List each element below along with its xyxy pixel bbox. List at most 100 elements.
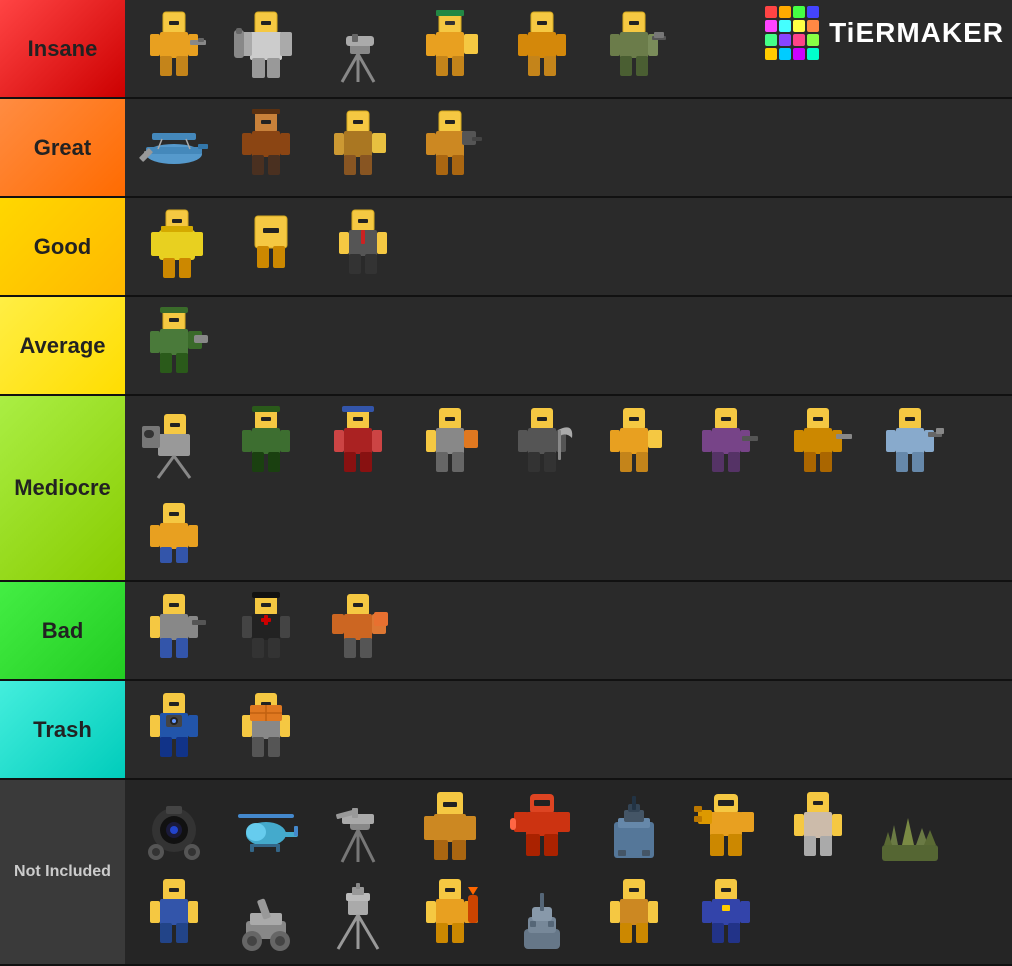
tier-row-notincluded: Not Included [0, 780, 1012, 966]
list-item [221, 105, 311, 190]
list-item [405, 402, 495, 487]
tm-cell [793, 48, 805, 60]
tier-content-insane: TiERMAKER [125, 0, 1012, 97]
robot-svg [506, 790, 578, 868]
machine-svg [138, 790, 210, 868]
list-item [497, 786, 587, 871]
tier-row-insane: Insane [0, 0, 1012, 99]
character-svg [230, 406, 302, 484]
tm-cell [765, 20, 777, 32]
list-item [313, 873, 403, 958]
robot-svg [690, 790, 762, 868]
character-svg [782, 790, 854, 868]
list-item [313, 6, 403, 91]
tier-text-average: Average [19, 333, 105, 359]
list-item [313, 786, 403, 871]
tier-content-great [125, 99, 1012, 196]
character-svg [414, 109, 486, 187]
weapon-svg [322, 790, 394, 868]
tier-content-average [125, 297, 1012, 394]
machine-svg [138, 406, 210, 484]
tm-cell [765, 6, 777, 18]
placeholder-svg [782, 877, 854, 955]
list-item [405, 105, 495, 190]
tier-label-bad: Bad [0, 582, 125, 679]
character-svg [874, 406, 946, 484]
list-item [129, 588, 219, 673]
tier-content-bad [125, 582, 1012, 679]
list-item [497, 873, 587, 958]
tier-row-mediocre: Mediocre [0, 396, 1012, 582]
character-svg [414, 406, 486, 484]
tier-label-trash: Trash [0, 681, 125, 778]
list-item [589, 873, 679, 958]
character-svg [138, 307, 210, 385]
terrain-svg [874, 790, 946, 868]
character-svg [230, 691, 302, 769]
character-svg [235, 208, 307, 286]
character-svg [598, 877, 670, 955]
character-svg [138, 877, 210, 955]
tier-label-notincluded: Not Included [0, 780, 125, 964]
list-item [865, 402, 955, 487]
list-item [129, 489, 219, 574]
character-svg [414, 877, 486, 955]
tm-cell [807, 20, 819, 32]
list-item [405, 786, 495, 871]
tier-content-trash [125, 681, 1012, 778]
character-svg [327, 208, 399, 286]
character-svg [506, 10, 578, 88]
list-item [129, 786, 219, 871]
character-svg [598, 406, 670, 484]
list-item [589, 402, 679, 487]
helicopter-svg [230, 790, 302, 868]
list-item [129, 204, 224, 289]
character-svg [138, 592, 210, 670]
list-item [221, 873, 311, 958]
tier-label-great: Great [0, 99, 125, 196]
list-item [221, 6, 311, 91]
character-svg [230, 592, 302, 670]
tier-row-great: Great [0, 99, 1012, 198]
tm-cell [779, 48, 791, 60]
tier-text-good: Good [34, 234, 91, 260]
list-item [313, 105, 403, 190]
biplane-svg [138, 109, 210, 187]
tiermaker-grid-icon [765, 6, 819, 60]
character-svg [322, 406, 394, 484]
machine-svg [322, 877, 394, 955]
tier-content-mediocre [125, 396, 1012, 580]
tm-cell [779, 34, 791, 46]
list-item [773, 873, 863, 958]
tier-text-great: Great [34, 135, 91, 161]
list-item [129, 303, 219, 388]
list-item [313, 402, 403, 487]
list-item [221, 687, 311, 772]
character-svg [138, 10, 210, 88]
character-svg [690, 406, 762, 484]
list-item [589, 6, 679, 91]
character-svg [782, 406, 854, 484]
list-item [313, 588, 403, 673]
tm-cell [765, 34, 777, 46]
tm-cell [807, 34, 819, 46]
list-item [497, 6, 587, 91]
character-svg [138, 691, 210, 769]
list-item [773, 402, 863, 487]
list-item [129, 6, 219, 91]
list-item [226, 204, 316, 289]
tm-cell [765, 48, 777, 60]
tier-label-insane: Insane [0, 0, 125, 97]
tier-label-mediocre: Mediocre [0, 396, 125, 580]
machine-svg [598, 790, 670, 868]
tm-cell [793, 6, 805, 18]
tm-cell [807, 48, 819, 60]
tier-label-average: Average [0, 297, 125, 394]
character-svg [230, 109, 302, 187]
list-item [497, 402, 587, 487]
tier-text-insane: Insane [28, 36, 98, 62]
list-item [681, 402, 771, 487]
list-item [865, 786, 955, 871]
list-item [318, 204, 408, 289]
list-item [773, 786, 863, 871]
